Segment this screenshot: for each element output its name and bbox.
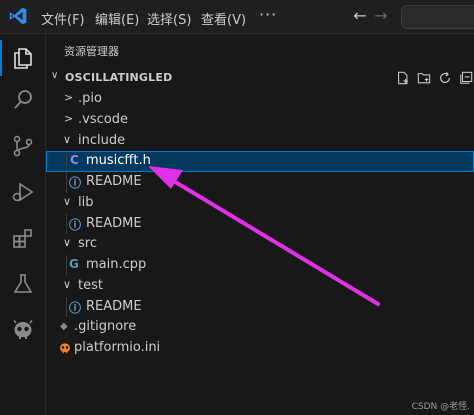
tree-item-label: musicfft.h	[86, 153, 151, 168]
tree-file-gitignore[interactable]: ◆ .gitignore	[46, 317, 474, 338]
tree-item-label: README	[86, 299, 142, 314]
chevron-down-icon: ∨	[63, 236, 72, 249]
tree-item-label: platformio.ini	[74, 340, 161, 355]
collapse-all-icon[interactable]	[457, 68, 474, 88]
explorer-sidebar: 资源管理器 ∨ OSCILLATINGLED > .pio > .vscode …	[46, 34, 474, 415]
menu-edit[interactable]: 编辑(E)	[95, 9, 139, 28]
info-icon: ⓘ	[69, 176, 82, 190]
sidebar-title: 资源管理器	[64, 45, 119, 58]
gitignore-icon: ◆	[60, 321, 68, 332]
tree-item-label: include	[78, 133, 126, 148]
menu-file[interactable]: 文件(F)	[41, 9, 85, 28]
tree-file-readme-test[interactable]: ⓘ README	[46, 297, 474, 318]
command-center-search[interactable]	[401, 5, 474, 29]
activity-bar	[0, 34, 46, 415]
source-control-icon[interactable]	[0, 126, 46, 166]
section-actions	[394, 68, 474, 88]
back-arrow-icon[interactable]: ←	[351, 6, 369, 26]
menu-view[interactable]: 查看(V)	[201, 9, 246, 28]
tree-item-label: main.cpp	[86, 257, 147, 272]
menu-selection[interactable]: 选择(S)	[147, 9, 191, 28]
tree-item-label: .pio	[78, 91, 102, 106]
tree-item-label: lib	[78, 195, 94, 210]
chevron-right-icon: >	[64, 91, 74, 104]
vscode-logo-icon	[9, 7, 27, 25]
tree-folder-pio[interactable]: > .pio	[46, 89, 474, 110]
platformio-file-icon	[58, 339, 72, 358]
testing-icon[interactable]	[0, 264, 46, 304]
info-icon: ⓘ	[69, 301, 82, 315]
refresh-icon[interactable]	[436, 68, 454, 88]
indent-guide	[66, 297, 67, 317]
tree-item-label: .gitignore	[74, 319, 137, 334]
chevron-down-icon: ∨	[63, 278, 72, 291]
tree-folder-test[interactable]: ∨ test	[46, 276, 474, 297]
run-debug-icon[interactable]	[0, 172, 46, 212]
cpp-file-icon: G	[69, 257, 79, 271]
forward-arrow-icon[interactable]: →	[372, 6, 390, 26]
chevron-right-icon: >	[64, 112, 74, 125]
tree-item-label: README	[86, 174, 142, 189]
tree-file-musicfft[interactable]: C musicfft.h	[46, 151, 474, 172]
new-file-icon[interactable]	[394, 68, 412, 88]
tree-folder-src[interactable]: ∨ src	[46, 234, 474, 255]
indent-guide	[66, 214, 67, 234]
chevron-down-icon: ∨	[63, 195, 72, 208]
title-bar: 文件(F) 编辑(E) 选择(S) 查看(V) ··· ← →	[0, 0, 474, 34]
indent-guide	[66, 152, 67, 193]
chevron-down-icon: ∨	[51, 70, 59, 81]
tree-file-platformio-ini[interactable]: platformio.ini	[46, 338, 474, 359]
tree-item-label: .vscode	[78, 112, 128, 127]
search-icon[interactable]	[0, 80, 46, 120]
tree-folder-include[interactable]: ∨ include	[46, 131, 474, 152]
more-menu-icon[interactable]: ···	[259, 5, 277, 24]
c-file-icon: C	[70, 153, 79, 167]
indent-guide	[66, 255, 67, 276]
tree-file-main-cpp[interactable]: G main.cpp	[46, 255, 474, 276]
workspace-section-header[interactable]: ∨ OSCILLATINGLED	[46, 67, 474, 89]
workspace-name: OSCILLATINGLED	[65, 71, 173, 84]
explorer-icon[interactable]	[0, 38, 46, 78]
tree-item-label: test	[78, 278, 103, 293]
tree-file-readme-include[interactable]: ⓘ README	[46, 172, 474, 193]
tree-folder-vscode[interactable]: > .vscode	[46, 110, 474, 131]
info-icon: ⓘ	[69, 218, 82, 232]
watermark: CSDN @老怪.	[411, 402, 470, 412]
platformio-icon[interactable]	[0, 310, 46, 350]
tree-file-readme-lib[interactable]: ⓘ README	[46, 214, 474, 235]
extensions-icon[interactable]	[0, 218, 46, 258]
tree-item-label: README	[86, 216, 142, 231]
new-folder-icon[interactable]	[415, 68, 433, 88]
chevron-down-icon: ∨	[63, 133, 72, 146]
tree-item-label: src	[78, 236, 97, 251]
tree-folder-lib[interactable]: ∨ lib	[46, 193, 474, 214]
